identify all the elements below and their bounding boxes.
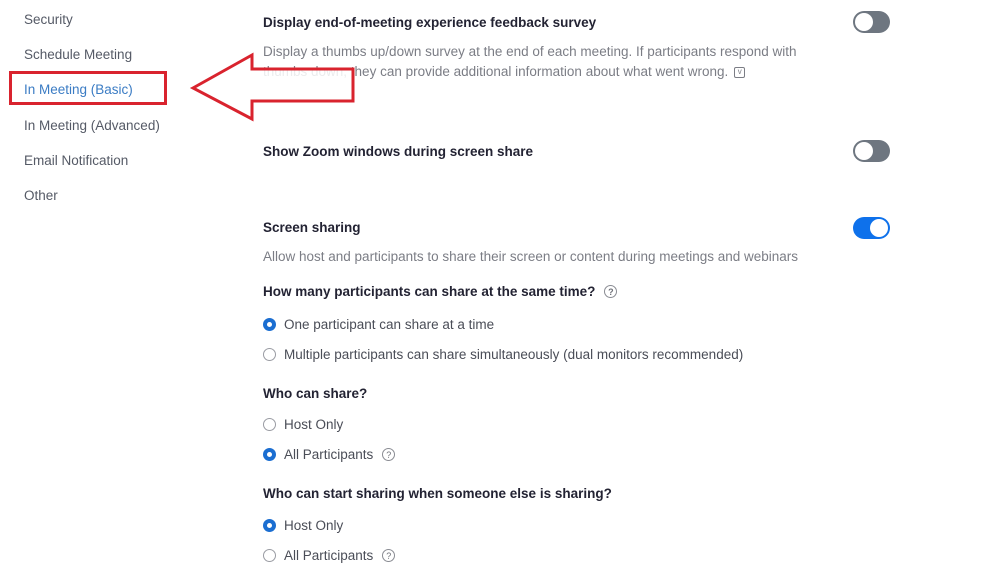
sidebar-item-in-meeting-advanced[interactable]: In Meeting (Advanced) bbox=[24, 117, 160, 135]
radio-multiple-participants[interactable]: Multiple participants can share simultan… bbox=[263, 347, 743, 362]
help-icon[interactable]: ? bbox=[604, 285, 618, 298]
radio-button-checked[interactable] bbox=[263, 318, 276, 331]
feedback-survey-title: Display end-of-meeting experience feedba… bbox=[263, 15, 597, 30]
feedback-survey-toggle[interactable] bbox=[853, 11, 890, 33]
toggle-knob bbox=[855, 142, 873, 160]
annotation-arrow-icon bbox=[189, 52, 355, 122]
who-can-share-question: Who can share? bbox=[263, 386, 368, 401]
sidebar-item-schedule-meeting[interactable]: Schedule Meeting bbox=[24, 46, 132, 64]
sidebar-item-security[interactable]: Security bbox=[24, 11, 73, 29]
show-zoom-windows-toggle[interactable] bbox=[853, 140, 890, 162]
toggle-knob bbox=[855, 13, 873, 31]
radio-button[interactable] bbox=[263, 418, 276, 431]
sidebar-item-other[interactable]: Other bbox=[24, 187, 58, 205]
screen-sharing-toggle[interactable] bbox=[853, 217, 890, 239]
show-zoom-windows-title: Show Zoom windows during screen share bbox=[263, 144, 534, 159]
radio-label: Host Only bbox=[284, 417, 344, 432]
radio-label: Host Only bbox=[284, 518, 344, 533]
sidebar-item-email-notification[interactable]: Email Notification bbox=[24, 152, 128, 170]
radio-button[interactable] bbox=[263, 348, 276, 361]
help-icon[interactable]: ? bbox=[382, 448, 396, 461]
how-many-question: How many participants can share at the s… bbox=[263, 284, 618, 299]
radio-who-can-share-all-participants[interactable]: All Participants ? bbox=[263, 447, 396, 462]
radio-button[interactable] bbox=[263, 549, 276, 562]
radio-label: All Participants bbox=[284, 548, 374, 563]
screen-sharing-title: Screen sharing bbox=[263, 220, 361, 235]
radio-who-can-share-host-only[interactable]: Host Only bbox=[263, 417, 343, 432]
annotation-highlight-box bbox=[9, 71, 167, 105]
who-can-start-question: Who can start sharing when someone else … bbox=[263, 486, 612, 501]
radio-label: Multiple participants can share simultan… bbox=[284, 347, 744, 362]
help-icon[interactable]: ? bbox=[382, 549, 396, 562]
screen-sharing-description: Allow host and participants to share the… bbox=[263, 249, 799, 264]
radio-one-participant[interactable]: One participant can share at a time bbox=[263, 317, 494, 332]
toggle-knob bbox=[870, 219, 888, 237]
radio-who-can-start-host-only[interactable]: Host Only bbox=[263, 518, 343, 533]
how-many-question-text: How many participants can share at the s… bbox=[263, 284, 596, 299]
radio-who-can-start-all-participants[interactable]: All Participants ? bbox=[263, 548, 396, 563]
radio-button-checked[interactable] bbox=[263, 448, 276, 461]
radio-button-checked[interactable] bbox=[263, 519, 276, 532]
radio-label: One participant can share at a time bbox=[284, 317, 495, 332]
radio-label: All Participants bbox=[284, 447, 374, 462]
version-icon: v bbox=[734, 66, 746, 78]
